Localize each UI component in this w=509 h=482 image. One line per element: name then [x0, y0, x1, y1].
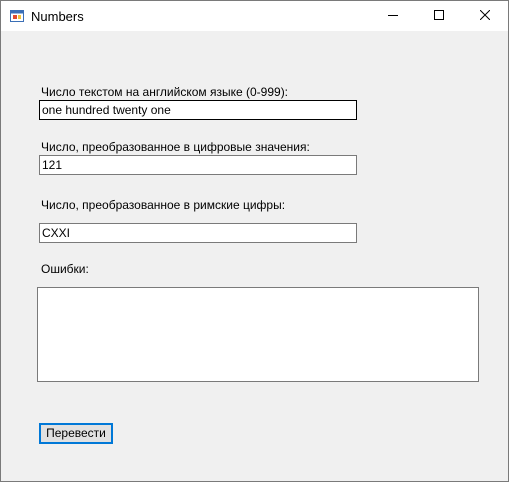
close-icon [479, 9, 491, 23]
window-title: Numbers [31, 9, 84, 24]
title-bar[interactable]: Numbers [1, 1, 508, 31]
errors-textarea[interactable] [37, 287, 479, 382]
maximize-icon [434, 9, 444, 23]
app-form-icon [10, 9, 24, 23]
roman-number-label: Число, преобразованное в римские цифры: [41, 198, 286, 212]
roman-number-output[interactable]: CXXI [39, 223, 357, 243]
minimize-icon [388, 9, 398, 23]
minimize-button[interactable] [370, 1, 416, 31]
convert-button[interactable]: Перевести [39, 423, 113, 444]
app-window: Numbers Число текстом на английском язык… [0, 0, 509, 482]
close-button[interactable] [462, 1, 508, 31]
english-number-label: Число текстом на английском языке (0-999… [41, 85, 289, 99]
digits-number-output[interactable]: 121 [39, 155, 357, 175]
english-number-input[interactable]: one hundred twenty one [39, 100, 357, 120]
errors-label: Ошибки: [41, 262, 89, 276]
maximize-button[interactable] [416, 1, 462, 31]
digits-number-label: Число, преобразованное в цифровые значен… [41, 140, 310, 154]
